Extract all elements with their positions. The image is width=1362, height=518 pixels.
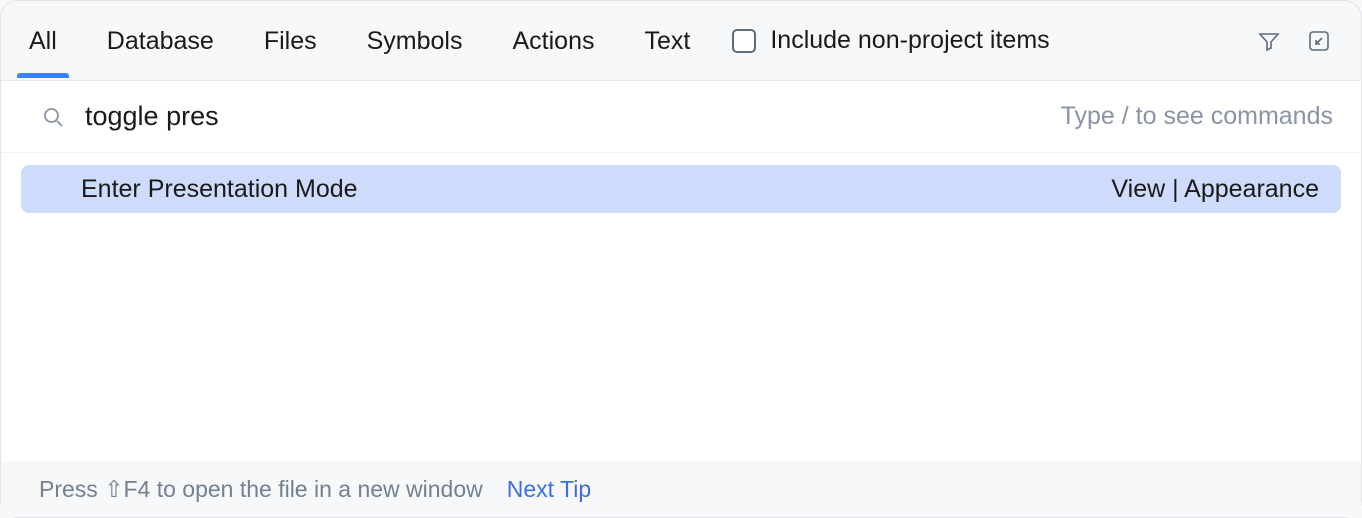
include-non-project-checkbox[interactable]: Include non-project items	[732, 26, 1049, 55]
search-icon	[41, 105, 65, 129]
tabs: All Database Files Symbols Actions Text	[29, 3, 690, 78]
result-label: Enter Presentation Mode	[81, 175, 358, 204]
filter-icon[interactable]	[1255, 27, 1283, 55]
next-tip-link[interactable]: Next Tip	[507, 476, 591, 503]
open-in-window-icon[interactable]	[1305, 27, 1333, 55]
tab-database[interactable]: Database	[107, 3, 214, 78]
tab-symbols[interactable]: Symbols	[367, 3, 463, 78]
tab-text[interactable]: Text	[644, 3, 690, 78]
results-list: Enter Presentation Mode View | Appearanc…	[1, 153, 1361, 461]
search-hint: Type / to see commands	[1061, 102, 1333, 131]
tab-bar: All Database Files Symbols Actions Text …	[1, 1, 1361, 81]
tab-actions[interactable]: Actions	[513, 3, 595, 78]
footer-hint: Press ⇧F4 to open the file in a new wind…	[39, 476, 483, 503]
tab-files[interactable]: Files	[264, 3, 317, 78]
search-input[interactable]	[85, 101, 1041, 132]
include-non-project-label: Include non-project items	[770, 26, 1049, 55]
tab-all[interactable]: All	[29, 3, 57, 78]
shortcut-key: ⇧F4	[104, 476, 150, 503]
result-row[interactable]: Enter Presentation Mode View | Appearanc…	[21, 165, 1341, 213]
checkbox-box-icon	[732, 29, 756, 53]
result-path: View | Appearance	[1111, 175, 1319, 204]
search-row: Type / to see commands	[1, 81, 1361, 153]
footer-hint-bar: Press ⇧F4 to open the file in a new wind…	[1, 461, 1361, 517]
